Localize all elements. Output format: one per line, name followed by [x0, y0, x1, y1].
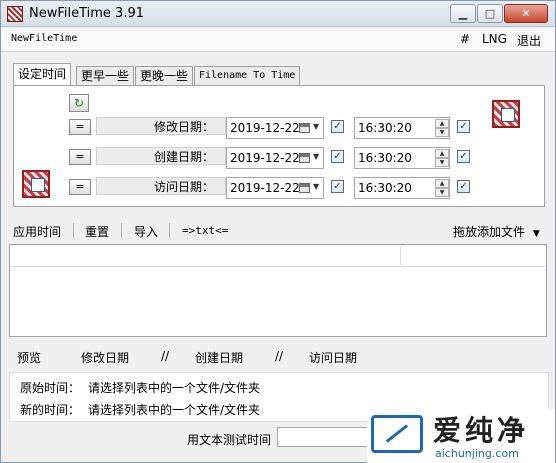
modify-date-checkbox[interactable]: ✓ [331, 120, 344, 133]
create-date-checkbox[interactable]: ✓ [331, 150, 344, 163]
modify-date-label: 修改日期： [154, 120, 215, 134]
chevron-down-icon[interactable]: ▼ [313, 152, 319, 161]
new-time-row: 新的时间： 请选择列表中的一个文件/文件夹 [20, 401, 260, 418]
menu-language[interactable]: LNG [482, 32, 507, 46]
tab-earlier[interactable]: 更早一些 [76, 66, 135, 85]
access-copy-button[interactable]: = [69, 179, 91, 195]
create-date-row: = 创建日期： 2019-12-22 ▼ ✓ 16:30:20 ▲ ▼ ✓ [14, 146, 544, 169]
modify-time-field[interactable]: 16:30:20 ▲ ▼ [354, 117, 450, 139]
minimize-icon: ▁ [458, 7, 468, 20]
create-time-checkbox[interactable]: ✓ [457, 150, 470, 163]
new-time-label: 新的时间： [20, 403, 81, 417]
dropdown-arrow-icon: ▼ [532, 229, 540, 239]
refresh-button[interactable]: ↻ [69, 94, 89, 112]
tab-set-time[interactable]: 设定时间 [13, 63, 72, 85]
menu-hash[interactable]: # [460, 32, 470, 46]
close-button[interactable]: ✕ [504, 4, 548, 23]
modify-time-checkbox[interactable]: ✓ [457, 120, 470, 133]
create-time-spinner[interactable]: ▲ ▼ [435, 149, 449, 167]
preview-bar: 预览 修改日期 // 创建日期 // 访问日期 [1, 346, 555, 368]
preview-separator: // [275, 349, 284, 363]
column-divider[interactable] [400, 247, 401, 265]
export-txt-button[interactable]: =>txt<= [182, 224, 228, 237]
close-icon: ✕ [521, 7, 531, 20]
menu-app-name[interactable]: NewFileTime [11, 33, 77, 44]
menu-exit[interactable]: 退出 [517, 32, 541, 49]
create-date-value: 2019-12-22 [230, 151, 300, 165]
title-bar: NewFileTime 3.91 ▁ □ ✕ [1, 1, 555, 27]
toolbar-divider [73, 223, 74, 238]
original-time-row: 原始时间： 请选择列表中的一个文件/文件夹 [20, 379, 260, 396]
access-date-value: 2019-12-22 [230, 181, 300, 195]
toolbar-divider [121, 223, 122, 238]
modify-copy-button[interactable]: = [69, 119, 91, 135]
watermark-url: aichunjing.com [435, 447, 519, 460]
app-window: NewFileTime 3.91 ▁ □ ✕ NewFileTime # LNG… [0, 0, 556, 463]
access-time-checkbox[interactable]: ✓ [457, 180, 470, 193]
create-copy-button[interactable]: = [69, 149, 91, 165]
drag-add-files-label: 拖放添加文件 [453, 225, 526, 239]
access-time-field[interactable]: 16:30:20 ▲ ▼ [354, 177, 450, 199]
window-title: NewFileTime 3.91 [29, 6, 145, 21]
spin-up-icon[interactable]: ▲ [435, 179, 449, 188]
file-list-header [10, 245, 546, 267]
preview-label: 预览 [17, 351, 42, 365]
spin-up-icon[interactable]: ▲ [435, 149, 449, 158]
maximize-icon: □ [484, 7, 496, 20]
calendar-icon[interactable] [299, 123, 310, 133]
access-time-value: 16:30:20 [358, 181, 412, 195]
chevron-down-icon[interactable]: ▼ [313, 182, 319, 191]
access-date-label: 访问日期： [154, 180, 215, 194]
apply-time-button[interactable]: 应用时间 [13, 223, 61, 240]
spin-up-icon[interactable]: ▲ [435, 119, 449, 128]
calendar-icon[interactable] [299, 153, 310, 163]
menu-bar: NewFileTime # LNG 退出 [1, 28, 555, 52]
calendar-icon[interactable] [299, 183, 310, 193]
create-date-picker[interactable]: 2019-12-22 ▼ [226, 147, 324, 169]
original-time-value: 请选择列表中的一个文件/文件夹 [88, 381, 261, 395]
create-time-value: 16:30:20 [358, 151, 412, 165]
preview-access-date: 访问日期 [309, 351, 358, 365]
tab-later[interactable]: 更晚一些 [135, 66, 194, 85]
spin-down-icon[interactable]: ▼ [435, 128, 449, 137]
app-icon [7, 6, 23, 22]
drag-add-files-menu[interactable]: 拖放添加文件 ▼ [453, 223, 540, 240]
access-date-checkbox[interactable]: ✓ [331, 180, 344, 193]
file-list[interactable] [9, 244, 547, 337]
preview-modify-date: 修改日期 [81, 351, 130, 365]
test-time-label: 用文本测试时间 [187, 433, 272, 447]
watermark-logo-icon [371, 415, 423, 453]
set-time-panel: ↻ = 修改日期： 2019-12-22 ▼ ✓ 16:30:20 ▲ ▼ ✓ =… [13, 85, 545, 207]
chevron-down-icon[interactable]: ▼ [313, 122, 319, 131]
maximize-button[interactable]: □ [477, 4, 503, 23]
access-time-spinner[interactable]: ▲ ▼ [435, 179, 449, 197]
preview-separator: // [161, 349, 170, 363]
modify-time-value: 16:30:20 [358, 121, 412, 135]
watermark-text: 爱纯净 [433, 414, 530, 447]
new-time-value: 请选择列表中的一个文件/文件夹 [88, 403, 261, 417]
modify-date-picker[interactable]: 2019-12-22 ▼ [226, 117, 324, 139]
toolbar-divider [169, 223, 170, 238]
import-button[interactable]: 导入 [134, 223, 158, 240]
modify-time-spinner[interactable]: ▲ ▼ [435, 119, 449, 137]
access-date-row: = 访问日期： 2019-12-22 ▼ ✓ 16:30:20 ▲ ▼ ✓ [14, 176, 544, 199]
spin-down-icon[interactable]: ▼ [435, 158, 449, 167]
watermark: 爱纯净 aichunjing.com [367, 409, 555, 463]
modify-date-row: = 修改日期： 2019-12-22 ▼ ✓ 16:30:20 ▲ ▼ ✓ [14, 116, 544, 139]
modify-date-value: 2019-12-22 [230, 121, 300, 135]
reset-button[interactable]: 重置 [85, 223, 109, 240]
original-time-label: 原始时间： [20, 381, 81, 395]
create-date-label: 创建日期： [154, 150, 215, 164]
create-time-field[interactable]: 16:30:20 ▲ ▼ [354, 147, 450, 169]
action-toolbar: 应用时间 重置 导入 =>txt<= 拖放添加文件 ▼ [1, 218, 555, 242]
refresh-icon: ↻ [73, 96, 85, 110]
access-date-picker[interactable]: 2019-12-22 ▼ [226, 177, 324, 199]
preview-create-date: 创建日期 [195, 351, 244, 365]
test-time-input[interactable] [277, 427, 377, 447]
minimize-button[interactable]: ▁ [450, 4, 476, 23]
spin-down-icon[interactable]: ▼ [435, 188, 449, 197]
tab-filename-to-time[interactable]: Filename To Time [194, 66, 301, 85]
